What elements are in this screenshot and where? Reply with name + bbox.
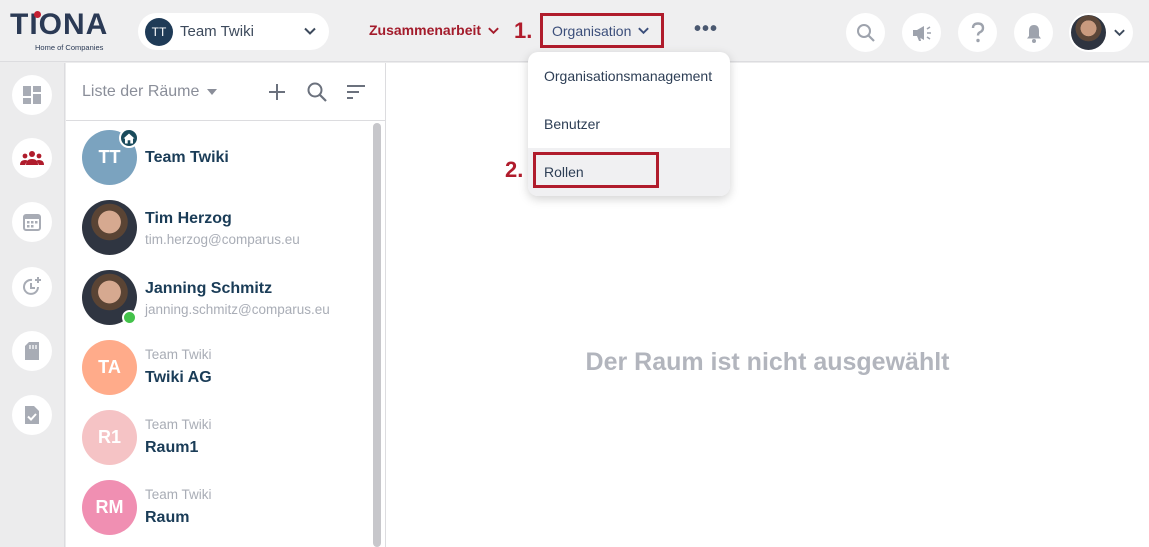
notifications-button[interactable] — [1014, 13, 1053, 52]
room-name: Tim Herzog — [145, 210, 232, 227]
add-icon[interactable] — [267, 82, 287, 102]
main-content: Der Raum ist nicht ausgewählt — [386, 63, 1149, 547]
caret-down-icon — [207, 89, 218, 95]
rail-dashboard-button[interactable] — [12, 75, 52, 115]
rail-team-button[interactable] — [12, 138, 52, 178]
search-button[interactable] — [846, 13, 885, 52]
room-name: Team Twiki — [145, 149, 229, 166]
room-list-header: Liste der Räume — [66, 63, 385, 121]
room-email: tim.herzog@comparus.eu — [145, 232, 300, 247]
room-email: janning.schmitz@comparus.eu — [145, 302, 330, 317]
card-icon — [25, 342, 39, 360]
rail-card-button[interactable] — [12, 331, 52, 371]
room-team: Team Twiki — [145, 347, 212, 362]
avatar — [82, 200, 137, 255]
nav-zusammenarbeit-label: Zusammenarbeit — [369, 22, 482, 38]
team-select[interactable]: TT Team Twiki — [138, 13, 329, 50]
calendar-icon — [23, 214, 41, 231]
menu-item-benutzer[interactable]: Benutzer — [528, 100, 730, 148]
menu-item-organisationsmanagement[interactable]: Organisationsmanagement — [528, 52, 730, 100]
left-rail — [0, 63, 65, 547]
help-icon — [971, 21, 984, 42]
home-icon — [119, 128, 139, 148]
chevron-down-icon — [638, 27, 650, 35]
logo-text: TIONA — [10, 8, 109, 41]
announcements-button[interactable] — [902, 13, 941, 52]
step-2-marker: 2. — [505, 157, 524, 182]
step-1-marker: 1. — [514, 18, 533, 43]
room-item[interactable]: R1 Team Twiki Raum1 — [82, 410, 362, 466]
logo-dot — [34, 11, 41, 18]
dashboard-icon — [23, 86, 41, 104]
room-list-title: Liste der Räume — [82, 83, 200, 100]
file-check-icon — [25, 406, 39, 424]
nav-organisation[interactable]: Organisation — [540, 13, 664, 48]
chevron-down-icon — [304, 27, 316, 35]
team-icon — [20, 151, 44, 165]
rail-tasks-button[interactable] — [12, 395, 52, 435]
user-menu-button[interactable] — [1069, 13, 1133, 52]
room-list-panel: Liste der Räume TT Team Twiki Tim Herzog… — [66, 63, 386, 547]
empty-state-message: Der Raum ist nicht ausgewählt — [585, 348, 950, 376]
room-avatar: R1 — [82, 410, 137, 465]
megaphone-icon — [912, 25, 931, 41]
rail-calendar-button[interactable] — [12, 202, 52, 242]
bell-icon — [1026, 24, 1041, 43]
room-item[interactable]: Janning Schmitz janning.schmitz@comparus… — [82, 270, 362, 326]
clock-add-icon — [23, 277, 41, 295]
nav-organisation-label: Organisation — [552, 22, 632, 39]
rail-time-button[interactable] — [12, 267, 52, 307]
room-avatar: TA — [82, 340, 137, 395]
sort-icon[interactable] — [346, 84, 366, 100]
room-name: Janning Schmitz — [145, 280, 273, 297]
room-name: Raum1 — [145, 439, 199, 456]
room-list-scrollbar[interactable] — [373, 123, 381, 547]
room-item[interactable]: RM Team Twiki Raum — [82, 480, 362, 536]
chevron-down-icon — [1114, 29, 1125, 37]
room-team: Team Twiki — [145, 487, 212, 502]
logo-subtitle: Home of Companies — [35, 43, 104, 52]
logo[interactable]: TIONA Home of Companies — [10, 10, 110, 54]
room-item[interactable]: Tim Herzog tim.herzog@comparus.eu — [82, 200, 362, 256]
nav-zusammenarbeit[interactable]: Zusammenarbeit — [369, 22, 500, 38]
search-icon[interactable] — [306, 81, 328, 103]
room-item[interactable]: TA Team Twiki Twiki AG — [82, 340, 362, 396]
room-name: Twiki AG — [145, 369, 212, 386]
room-item[interactable]: TT Team Twiki — [82, 128, 362, 186]
rollen-highlight-box — [533, 152, 659, 188]
room-team: Team Twiki — [145, 417, 212, 432]
online-status-dot — [122, 310, 137, 325]
team-select-label: Team Twiki — [180, 23, 254, 40]
team-avatar: TT — [145, 17, 173, 46]
help-button[interactable] — [958, 13, 997, 52]
avatar — [1071, 15, 1106, 50]
more-menu-button[interactable]: ••• — [694, 18, 718, 41]
chevron-down-icon — [488, 27, 499, 34]
search-icon — [856, 23, 875, 42]
room-avatar: RM — [82, 480, 137, 535]
room-name: Raum — [145, 509, 190, 526]
room-list-title-dropdown[interactable]: Liste der Räume — [82, 83, 218, 101]
